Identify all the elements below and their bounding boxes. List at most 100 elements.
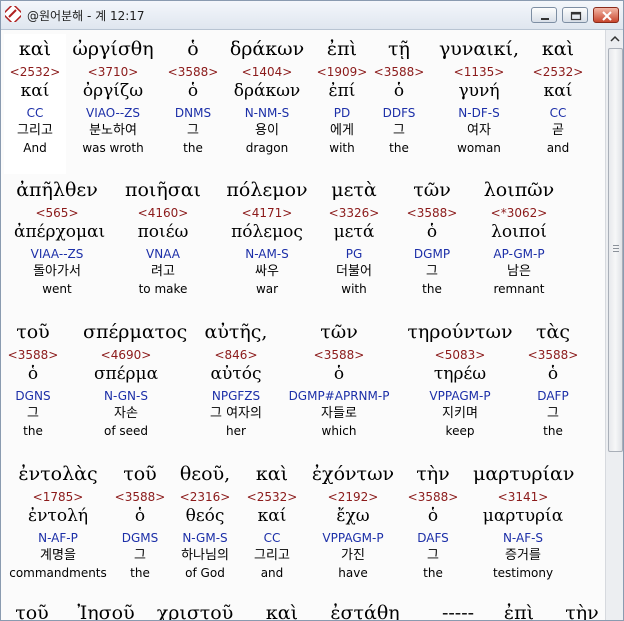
grip-line: [613, 245, 619, 246]
greek-word: τηρούντων: [407, 321, 513, 343]
word-column[interactable]: σπέρματος <4690> σπέρμα N-GN-S 자손 of see…: [83, 317, 187, 441]
scroll-up-arrow-icon[interactable]: [607, 31, 623, 47]
lemma: αὐτός: [210, 364, 262, 384]
strong-number: <2532>: [9, 65, 61, 79]
greek-word: τὴν: [565, 602, 599, 621]
english-gloss: war: [255, 282, 279, 296]
strong-number: <3710>: [87, 65, 139, 79]
minimize-button[interactable]: [531, 7, 557, 23]
word-column[interactable]: γυναικί, <1135> γυνή N-DF-S 여자 woman: [436, 34, 522, 158]
english-gloss: which: [321, 424, 357, 438]
lemma: σπέρμα: [93, 364, 159, 384]
strong-number: <5083>: [434, 348, 486, 362]
english-gloss: the: [423, 566, 443, 580]
close-button[interactable]: [593, 7, 619, 23]
lemma: ὀργίζω: [82, 81, 144, 101]
word-column[interactable]: καὶ <2532> καί CC 그리고 And: [4, 34, 66, 174]
greek-word: Ἰησοῦ: [77, 602, 135, 621]
korean-gloss: 그: [27, 406, 39, 421]
lemma: ὁ: [427, 506, 439, 526]
word-column[interactable]: τηρούντων <5083> τηρέω VPPAGM-P 지키며 keep: [405, 317, 515, 441]
greek-word: καὶ: [18, 38, 52, 60]
greek-word: ἐχόντων: [311, 463, 395, 485]
strong-number: <2192>: [327, 490, 379, 504]
strong-number: <2532>: [532, 65, 584, 79]
word-column[interactable]: καὶ <2532> καί CC 곧 and: [515, 34, 601, 158]
english-gloss: commandments: [9, 566, 107, 580]
korean-gloss: 자손: [114, 406, 138, 421]
word-column[interactable]: πόλεμον <4171> πόλεμος N-AM-S 싸우 war: [224, 175, 310, 299]
word-column[interactable]: ἐστάθη: [322, 598, 408, 621]
word-column[interactable]: τοῦ <3588> ὁ DGNS 그 the: [2, 317, 76, 441]
korean-gloss: 분노하여: [89, 123, 137, 138]
word-column[interactable]: μαρτυρίαν <3141> μαρτυρία N-AF-S 증거를 tes…: [473, 459, 574, 583]
lemma: καί: [20, 81, 50, 101]
word-column[interactable]: ποιῆσαι <4160> ποιέω VNAA 려고 to make: [120, 175, 206, 299]
word-column[interactable]: μετὰ <3326> μετά PG 더불어 with: [311, 175, 397, 299]
strong-number: <1785>: [32, 490, 84, 504]
word-column[interactable]: λοιπῶν <*3062> λοιποί AP-GM-P 남은 remnant: [476, 175, 562, 299]
title-bar[interactable]: @원어분해 - 계 12:17: [1, 1, 623, 30]
parsing-code: DGNS: [15, 389, 51, 403]
korean-gloss: 여자: [467, 123, 491, 138]
maximize-button[interactable]: [562, 7, 588, 23]
word-column[interactable]: ὠργίσθη <3710> ὀργίζω VIAO--ZS 분노하여 was …: [70, 34, 156, 158]
lemma: μετά: [333, 222, 375, 242]
parsing-code: AP-GM-P: [493, 247, 545, 261]
english-gloss: the: [422, 282, 442, 296]
lemma: ὁ: [27, 364, 39, 384]
english-gloss: keep: [445, 424, 475, 438]
parsing-code: N-DF-S: [458, 106, 500, 120]
strong-number: <3588>: [407, 490, 459, 504]
word-column[interactable]: τῶν <3588> ὁ DGMP#APRNM-P 자들로 which: [284, 317, 394, 441]
parsing-code: N-NM-S: [244, 106, 290, 120]
greek-word: ποιῆσαι: [124, 179, 201, 201]
parsing-code: DDFS: [382, 106, 416, 120]
korean-gloss: 자들로: [321, 406, 357, 421]
word-column[interactable]: Ἰησοῦ: [63, 598, 149, 621]
word-column[interactable]: καὶ: [239, 598, 325, 620]
korean-gloss: 용이: [255, 123, 279, 138]
strong-number: <3588>: [373, 65, 425, 79]
lemma: γυνή: [458, 81, 500, 101]
lemma: ὁ: [333, 364, 345, 384]
word-column[interactable]: τὴν <3588> ὁ DAFS 그 the: [390, 459, 476, 583]
parsing-code: DAFS: [417, 531, 449, 545]
close-icon: [602, 11, 612, 21]
word-column[interactable]: ἐντολὰς <1785> ἐντολή N-AF-P 계명을 command…: [6, 459, 110, 583]
greek-word: μετὰ: [331, 179, 377, 201]
word-column[interactable]: ἐχόντων <2192> ἔχω VPPAGM-P 가진 have: [303, 459, 403, 583]
scrollbar-thumb[interactable]: [608, 48, 623, 452]
word-column[interactable]: τῇ <3588> ὁ DDFS 그 the: [356, 34, 442, 158]
strong-number: <*3062>: [490, 206, 548, 220]
greek-word: ὠργίσθη: [72, 38, 154, 60]
parsing-code: VPPAGM-P: [429, 389, 491, 403]
parsing-code: DAFP: [537, 389, 569, 403]
parsing-code: VIAA--ZS: [30, 247, 84, 261]
english-gloss: with: [341, 282, 367, 296]
word-column[interactable]: δράκων <1404> δράκων N-NM-S 용이 dragon: [224, 34, 310, 158]
strong-number: <4160>: [137, 206, 189, 220]
word-column[interactable]: αὐτῆς, <846> αὐτός NPGFZS 그 여자의 her: [193, 317, 279, 441]
greek-word: λοιπῶν: [483, 179, 555, 201]
greek-word: αὐτῆς,: [204, 321, 268, 343]
word-column[interactable]: ἀπῆλθεν <565> ἀπέρχομαι VIAA--ZS 돌아가서 we…: [14, 175, 105, 299]
word-column[interactable]: χριστοῦ: [152, 598, 238, 620]
korean-gloss: 그: [393, 123, 405, 138]
strong-number: <3588>: [313, 348, 365, 362]
strong-number: <4171>: [241, 206, 293, 220]
vertical-scrollbar[interactable]: [605, 30, 623, 620]
word-column[interactable]: τῶν <3588> ὁ DGMP 그 the: [389, 175, 475, 299]
parsing-code: VIAO--ZS: [85, 106, 141, 120]
greek-word: τῶν: [413, 179, 451, 201]
greek-word: τῶν: [320, 321, 358, 343]
parsing-code: DGMP: [413, 247, 451, 261]
english-gloss: and: [546, 141, 570, 155]
parsing-code: CC: [26, 106, 44, 120]
word-column[interactable]: τὴν: [539, 598, 605, 621]
korean-gloss: 그: [427, 548, 439, 563]
lemma: καί: [543, 81, 573, 101]
strong-number: <846>: [214, 348, 258, 362]
greek-word: ἐστάθη: [330, 602, 400, 621]
word-column[interactable]: τὰς <3588> ὁ DAFP 그 the: [510, 317, 596, 441]
